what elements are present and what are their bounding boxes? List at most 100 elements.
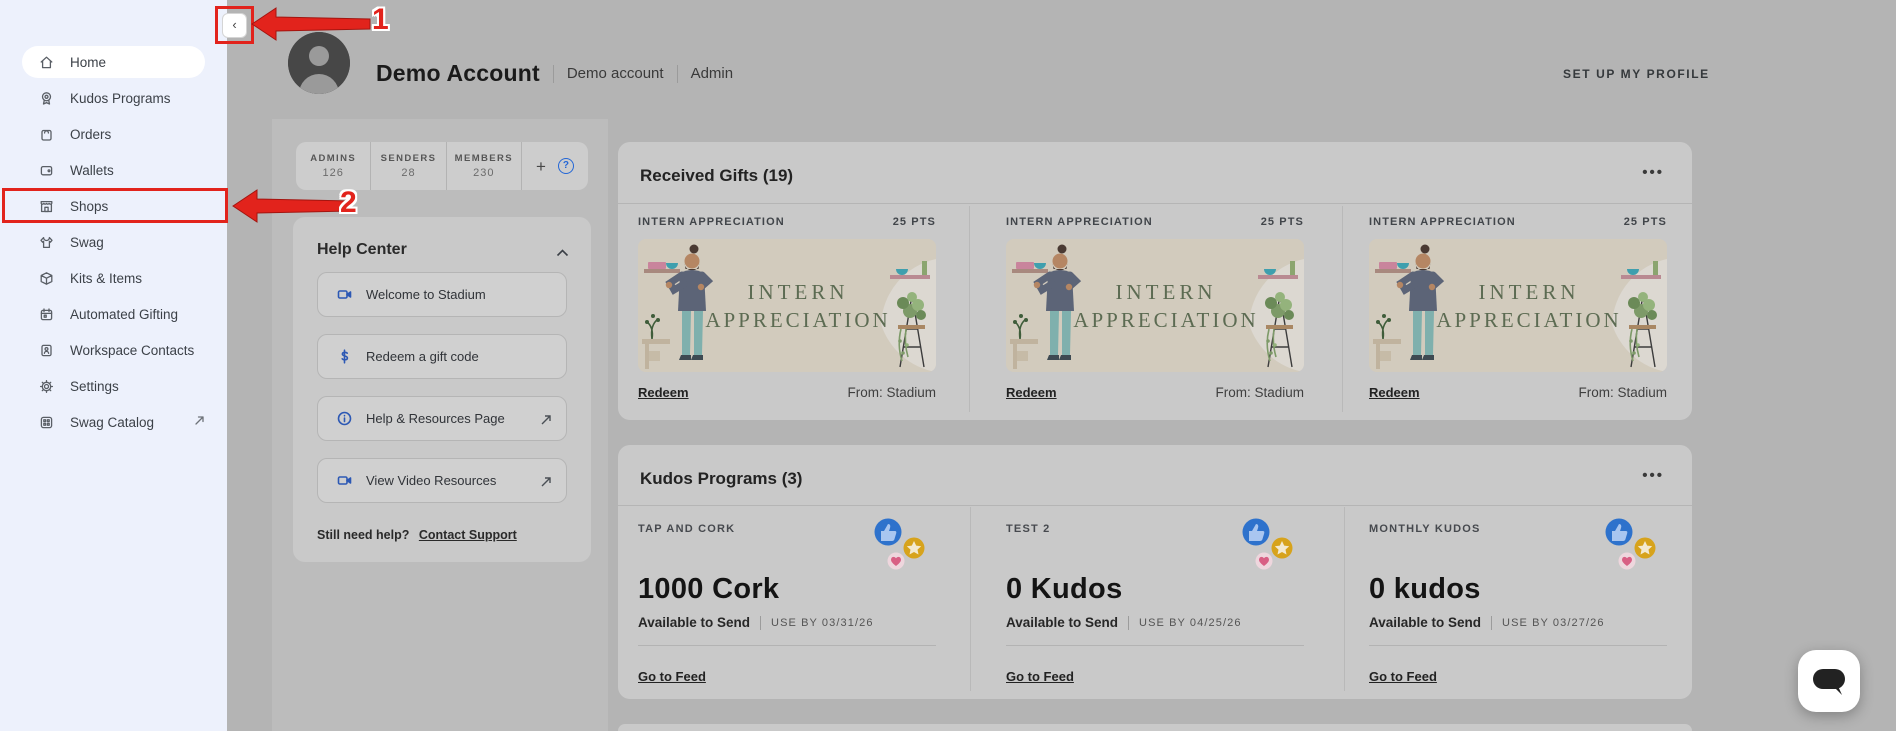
- sidebar-nav: Home Kudos Programs Orders Wallets: [0, 44, 227, 440]
- video-camera-icon: [336, 472, 353, 489]
- card-rule: [1006, 645, 1304, 646]
- page-title: Demo Account: [376, 60, 540, 87]
- gift-image: INTERN APPRECIATION: [638, 239, 936, 372]
- sidebar-item-label: Wallets: [70, 163, 114, 178]
- chat-launcher-button[interactable]: [1798, 650, 1860, 712]
- kudos-programs-title: Kudos Programs (3): [640, 469, 802, 489]
- calendar-icon: [38, 306, 55, 323]
- gift-image: INTERN APPRECIATION: [1369, 239, 1667, 372]
- gift-from: From: Stadium: [1215, 385, 1304, 400]
- help-item-label: Welcome to Stadium: [366, 287, 486, 302]
- card-divider: [1342, 206, 1343, 412]
- sidebar-item-swag[interactable]: Swag: [0, 224, 227, 260]
- annotation-step-1: 1: [372, 3, 389, 37]
- sidebar-item-swag-catalog[interactable]: Swag Catalog: [0, 404, 227, 440]
- go-to-feed-link[interactable]: Go to Feed: [1006, 669, 1074, 684]
- sidebar-item-label: Kudos Programs: [70, 91, 171, 106]
- available-to-send-label: Available to Send: [638, 615, 750, 630]
- stat-label: ADMINS: [310, 153, 356, 164]
- setup-profile-link[interactable]: SET UP MY PROFILE: [1563, 67, 1710, 81]
- cube-icon: [38, 270, 55, 287]
- header-divider: [553, 65, 554, 83]
- sidebar-item-kudos-programs[interactable]: Kudos Programs: [0, 80, 227, 116]
- kudos-reactions: [874, 517, 936, 571]
- account-header: Demo Account Demo account Admin: [376, 60, 733, 87]
- sidebar-item-settings[interactable]: Settings: [0, 368, 227, 404]
- help-item-help-resources[interactable]: Help & Resources Page: [317, 396, 567, 441]
- kudos-reactions: [1605, 517, 1667, 571]
- meta-divider: [1128, 616, 1129, 630]
- sidebar-item-label: Orders: [70, 127, 111, 142]
- sidebar-item-home[interactable]: Home: [0, 44, 227, 80]
- kudos-programs-panel: Kudos Programs (3) ••• TAP AND CORK 1000…: [618, 445, 1692, 699]
- available-to-send-label: Available to Send: [1369, 615, 1481, 630]
- chevron-up-icon[interactable]: [556, 244, 569, 262]
- add-members-button[interactable]: +: [536, 158, 546, 175]
- help-question-icon[interactable]: ?: [558, 158, 574, 174]
- orders-bag-icon: [38, 126, 55, 143]
- card-divider: [969, 206, 970, 412]
- redeem-link[interactable]: Redeem: [1369, 385, 1420, 400]
- contacts-icon: [38, 342, 55, 359]
- kudos-balance: 0 kudos: [1369, 573, 1481, 606]
- go-to-feed-link[interactable]: Go to Feed: [1369, 669, 1437, 684]
- kudos-program-card: TEST 2 0 Kudos Available to Send USE BY …: [1006, 523, 1304, 683]
- panel-divider: [618, 505, 1692, 506]
- annotation-box-2: [2, 188, 228, 223]
- received-gifts-panel: Received Gifts (19) ••• INTERN APPRECIAT…: [618, 142, 1692, 420]
- grid-icon: [38, 414, 55, 431]
- svg-text:INTERN: INTERN: [1116, 280, 1217, 304]
- ellipsis-menu-icon[interactable]: •••: [1642, 467, 1664, 484]
- video-camera-icon: [336, 286, 353, 303]
- sidebar-item-automated-gifting[interactable]: Automated Gifting: [0, 296, 227, 332]
- still-need-help-text: Still need help?: [317, 528, 409, 542]
- annotation-arrow-2: [231, 187, 356, 225]
- help-item-welcome[interactable]: Welcome to Stadium: [317, 272, 567, 317]
- contact-support-link[interactable]: Contact Support: [419, 528, 517, 542]
- use-by-date: USE BY 03/31/26: [771, 617, 874, 629]
- annotation-box-1: [215, 6, 254, 44]
- sidebar-item-kits-items[interactable]: Kits & Items: [0, 260, 227, 296]
- sidebar-item-workspace-contacts[interactable]: Workspace Contacts: [0, 332, 227, 368]
- gift-points: 25 PTS: [1261, 216, 1304, 228]
- stat-value: 126: [322, 167, 343, 179]
- help-item-video-resources[interactable]: View Video Resources: [317, 458, 567, 503]
- meta-divider: [1491, 616, 1492, 630]
- gift-name: INTERN APPRECIATION: [1006, 216, 1153, 228]
- help-item-label: Redeem a gift code: [366, 349, 479, 364]
- kudos-badge-icon: [38, 90, 55, 107]
- svg-text:INTERN: INTERN: [748, 280, 849, 304]
- info-icon: [336, 410, 353, 427]
- tshirt-icon: [38, 234, 55, 251]
- sidebar: Home Kudos Programs Orders Wallets: [0, 0, 227, 731]
- go-to-feed-link[interactable]: Go to Feed: [638, 669, 706, 684]
- redeem-link[interactable]: Redeem: [638, 385, 689, 400]
- ellipsis-menu-icon[interactable]: •••: [1642, 164, 1664, 181]
- sidebar-item-label: Swag Catalog: [70, 415, 154, 430]
- received-gifts-title: Received Gifts (19): [640, 166, 793, 186]
- gift-points: 25 PTS: [1624, 216, 1667, 228]
- help-item-label: View Video Resources: [366, 473, 496, 488]
- kudos-balance: 1000 Cork: [638, 573, 779, 606]
- kudos-reactions: [1242, 517, 1304, 571]
- received-gift-card: INTERN APPRECIATION 25 PTS: [638, 216, 936, 406]
- header-divider: [677, 65, 678, 83]
- chat-bubble-icon: [1798, 650, 1860, 712]
- kudos-balance: 0 Kudos: [1006, 573, 1123, 606]
- sidebar-item-wallets[interactable]: Wallets: [0, 152, 227, 188]
- meta-divider: [760, 616, 761, 630]
- help-item-redeem-code[interactable]: Redeem a gift code: [317, 334, 567, 379]
- sidebar-item-orders[interactable]: Orders: [0, 116, 227, 152]
- help-item-label: Help & Resources Page: [366, 411, 505, 426]
- sidebar-item-label: Automated Gifting: [70, 307, 178, 322]
- sidebar-item-label: Home: [70, 55, 106, 70]
- account-subtitle: Demo account: [567, 65, 664, 82]
- dollar-icon: [336, 348, 353, 365]
- stat-label: SENDERS: [381, 153, 437, 164]
- card-rule: [638, 645, 936, 646]
- svg-text:APPRECIATION: APPRECIATION: [1436, 308, 1621, 332]
- redeem-link[interactable]: Redeem: [1006, 385, 1057, 400]
- sidebar-item-label: Kits & Items: [70, 271, 142, 286]
- external-link-icon: [540, 475, 552, 493]
- card-rule: [1369, 645, 1667, 646]
